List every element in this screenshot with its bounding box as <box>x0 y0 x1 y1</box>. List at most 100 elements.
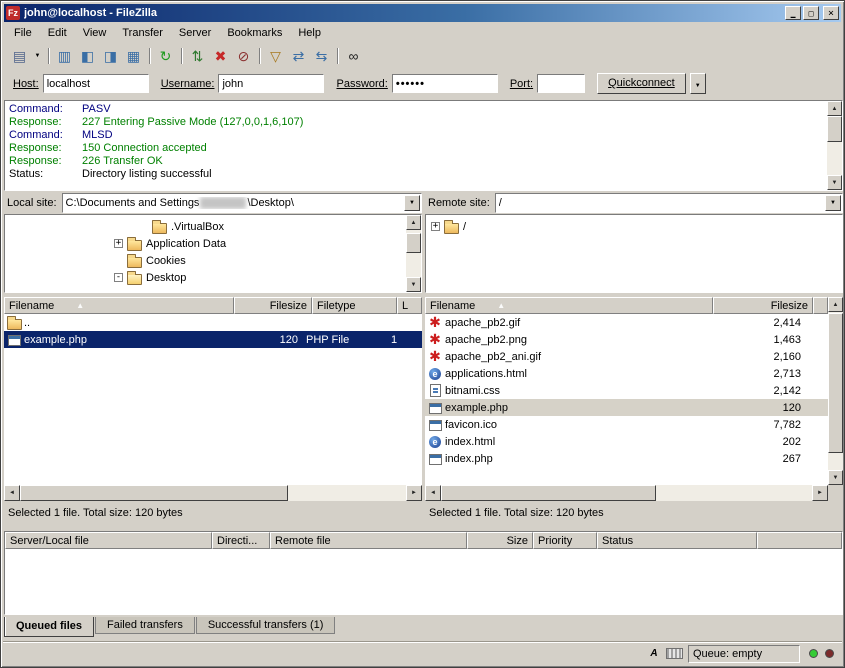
file-row[interactable]: apache_pb2_ani.gif2,160 <box>425 348 828 365</box>
column-header[interactable]: Filename▲ <box>425 297 713 314</box>
compare-button[interactable]: ⇄ <box>287 45 310 67</box>
scroll-down-button[interactable] <box>828 470 843 485</box>
refresh-button[interactable]: ↻ <box>154 45 177 67</box>
log-line: Response:150 Connection accepted <box>6 142 826 155</box>
maximize-button[interactable]: □ <box>803 6 819 20</box>
remote-horizontal-scrollbar[interactable] <box>425 485 828 501</box>
log-line-type: Response: <box>6 155 82 168</box>
toggle-queue-button[interactable]: ▦ <box>122 45 145 67</box>
scrollbar-thumb[interactable] <box>20 485 288 501</box>
filter-button[interactable]: ▽ <box>264 45 287 67</box>
remote-list-header: Filename▲Filesize <box>425 297 828 314</box>
file-row[interactable]: example.php120 <box>425 399 828 416</box>
file-row[interactable]: apache_pb2.gif2,414 <box>425 314 828 331</box>
file-name: .. <box>24 317 232 329</box>
toggle-message-log-button[interactable]: ▥ <box>53 45 76 67</box>
scroll-left-button[interactable] <box>4 485 20 501</box>
menu-transfer[interactable]: Transfer <box>114 24 171 42</box>
remote-vertical-scrollbar[interactable] <box>828 297 843 485</box>
file-row[interactable]: favicon.ico7,782 <box>425 416 828 433</box>
menu-server[interactable]: Server <box>171 24 219 42</box>
menu-file[interactable]: File <box>6 24 40 42</box>
scroll-down-button[interactable] <box>406 277 421 292</box>
process-queue-button[interactable]: ⇅ <box>186 45 209 67</box>
tree-item[interactable]: -Desktop <box>6 269 405 286</box>
quickconnect-dropdown-button[interactable] <box>690 73 706 94</box>
transfer-type-indicator[interactable]: A <box>647 647 661 660</box>
tab-successful-transfers[interactable]: Successful transfers (1) <box>196 617 336 634</box>
tree-item[interactable]: Cookies <box>6 252 405 269</box>
site-manager-dropdown[interactable]: ▼ <box>31 45 44 67</box>
remote-site-dropdown-button[interactable] <box>825 195 841 211</box>
menu-bookmarks[interactable]: Bookmarks <box>219 24 290 42</box>
disconnect-button[interactable]: ⊘ <box>232 45 255 67</box>
local-site-combo[interactable]: C:\Documents and Settings\Desktop\ <box>62 193 422 213</box>
quickconnect-button[interactable]: Quickconnect <box>597 73 686 94</box>
toggle-remote-tree-button[interactable]: ◨ <box>99 45 122 67</box>
filter-icon: ▽ <box>270 49 281 63</box>
close-button[interactable]: × <box>823 6 839 20</box>
column-header[interactable]: Filename▲ <box>4 297 234 314</box>
cancel-button[interactable]: ✖ <box>209 45 232 67</box>
site-manager-button[interactable]: ▤ <box>8 45 31 67</box>
tree-expander-icon[interactable]: + <box>114 239 123 248</box>
scroll-up-button[interactable] <box>406 215 421 230</box>
tree-expander-icon[interactable]: - <box>114 273 123 282</box>
scroll-left-button[interactable] <box>425 485 441 501</box>
menu-edit[interactable]: Edit <box>40 24 75 42</box>
file-icon <box>428 349 442 364</box>
tree-item[interactable]: +Application Data <box>6 235 405 252</box>
scrollbar-thumb[interactable] <box>441 485 656 501</box>
column-header[interactable]: Filetype <box>312 297 397 314</box>
menu-view[interactable]: View <box>75 24 115 42</box>
file-row[interactable]: index.html202 <box>425 433 828 450</box>
column-header[interactable]: Remote file <box>270 532 467 549</box>
column-header[interactable]: Directi... <box>212 532 270 549</box>
file-row[interactable]: bitnami.css2,142 <box>425 382 828 399</box>
titlebar[interactable]: Fz john@localhost - FileZilla ▁ □ × <box>4 4 841 22</box>
tab-queued-files[interactable]: Queued files <box>4 617 94 637</box>
file-row[interactable]: applications.html2,713 <box>425 365 828 382</box>
file-row[interactable]: example.php120PHP File1 <box>4 331 422 348</box>
column-header[interactable]: Filesize <box>713 297 813 314</box>
encryption-indicator-icon[interactable] <box>666 648 683 659</box>
toolbar-separator <box>177 45 186 67</box>
column-header[interactable]: Server/Local file <box>5 532 212 549</box>
scrollbar-thumb[interactable] <box>828 313 843 453</box>
column-header[interactable]: Size <box>467 532 533 549</box>
remote-site-combo[interactable]: / <box>495 193 843 213</box>
column-header[interactable]: Filesize <box>234 297 312 314</box>
find-files-button[interactable]: ∞ <box>342 45 365 67</box>
column-header[interactable]: Priority <box>533 532 597 549</box>
local-site-dropdown-button[interactable] <box>404 195 420 211</box>
tree-item[interactable]: .VirtualBox <box>6 218 405 235</box>
local-horizontal-scrollbar[interactable] <box>4 485 422 501</box>
menu-help[interactable]: Help <box>290 24 329 42</box>
column-header[interactable]: Status <box>597 532 757 549</box>
tree-expander-icon[interactable]: + <box>431 222 440 231</box>
file-row[interactable]: index.php267 <box>425 450 828 467</box>
sync-browsing-button[interactable]: ⇆ <box>310 45 333 67</box>
password-input[interactable] <box>392 74 498 93</box>
host-input[interactable] <box>43 74 149 93</box>
username-input[interactable] <box>218 74 324 93</box>
scroll-right-button[interactable] <box>812 485 828 501</box>
tree-item[interactable]: +/ <box>427 218 841 235</box>
scroll-down-button[interactable] <box>827 175 842 190</box>
folder-icon <box>127 257 142 268</box>
log-scrollbar[interactable] <box>827 101 842 190</box>
file-row[interactable]: .. <box>4 314 422 331</box>
toggle-local-tree-button[interactable]: ◧ <box>76 45 99 67</box>
tab-failed-transfers[interactable]: Failed transfers <box>95 617 195 634</box>
scroll-up-button[interactable] <box>827 101 842 116</box>
minimize-button[interactable]: ▁ <box>785 6 801 20</box>
file-size: 2,713 <box>715 368 807 380</box>
scroll-right-button[interactable] <box>406 485 422 501</box>
scroll-up-button[interactable] <box>828 297 843 312</box>
scrollbar-thumb[interactable] <box>406 233 421 253</box>
port-input[interactable] <box>537 74 585 93</box>
column-header[interactable]: L <box>397 297 422 314</box>
local-tree-scrollbar[interactable] <box>406 215 421 292</box>
file-row[interactable]: apache_pb2.png1,463 <box>425 331 828 348</box>
scrollbar-thumb[interactable] <box>827 116 842 142</box>
